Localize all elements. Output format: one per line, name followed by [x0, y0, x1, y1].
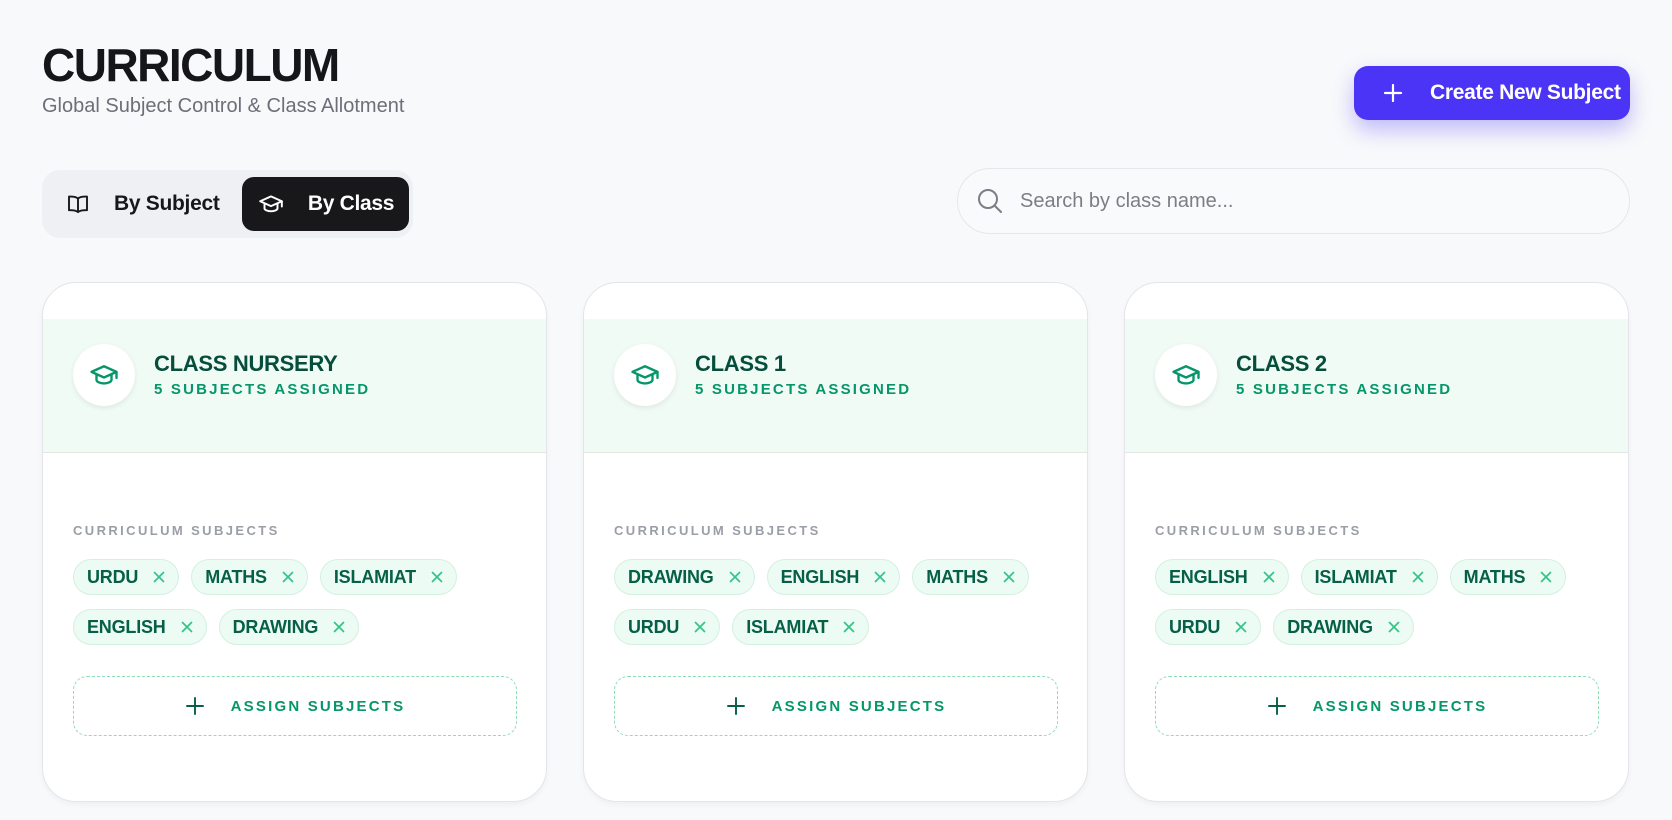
search-bar	[957, 168, 1630, 234]
subject-chip-label: URDU	[1169, 616, 1221, 637]
close-icon[interactable]	[152, 570, 166, 584]
class-name: CLASS 2	[1236, 351, 1327, 376]
class-card: CLASS NURSERY 5 SUBJECTS ASSIGNED CURRIC…	[42, 282, 547, 802]
close-icon[interactable]	[1234, 620, 1248, 634]
subject-chip: ISLAMIAT	[1300, 559, 1438, 595]
close-icon[interactable]	[728, 570, 742, 584]
search-icon	[978, 189, 1002, 213]
subject-chip: MATHS	[1449, 559, 1567, 595]
subject-chip-label: URDU	[628, 616, 680, 637]
graduation-cap-icon	[1172, 365, 1200, 385]
subject-chip-label: MATHS	[205, 566, 267, 587]
class-card-header: CLASS NURSERY 5 SUBJECTS ASSIGNED	[43, 319, 546, 453]
subject-chip: DRAWING	[1273, 609, 1414, 645]
graduation-cap-icon	[90, 365, 118, 385]
close-icon[interactable]	[430, 570, 444, 584]
subject-chip-label: MATHS	[1463, 566, 1526, 587]
subject-chip-list: DRAWING ENGLISH MATHS URDU ISLAMIAT	[614, 559, 1064, 645]
graduation-cap-icon	[631, 365, 659, 385]
subject-chip-list: ENGLISH ISLAMIAT MATHS URDU DRAWING	[1155, 559, 1605, 645]
subject-count: 5 SUBJECTS ASSIGNED	[1236, 381, 1453, 398]
subject-chip: MATHS	[191, 559, 308, 595]
subject-count: 5 SUBJECTS ASSIGNED	[154, 381, 371, 398]
class-card-header: CLASS 2 5 SUBJECTS ASSIGNED	[1125, 319, 1628, 453]
assign-subjects-button[interactable]: ASSIGN SUBJECTS	[1155, 676, 1599, 736]
by-subject-tab[interactable]: By Subject	[46, 177, 242, 231]
close-icon[interactable]	[693, 620, 707, 634]
subject-chip: ENGLISH	[1155, 559, 1289, 595]
class-card: CLASS 1 5 SUBJECTS ASSIGNED CURRICULUM S…	[583, 282, 1088, 802]
class-avatar	[614, 344, 676, 406]
subject-chip-label: ISLAMIAT	[746, 616, 829, 637]
view-toggle: By Subject By Class	[42, 170, 413, 238]
create-new-subject-label: Create New Subject	[1430, 81, 1621, 104]
open-book-icon	[68, 195, 88, 214]
assign-subjects-label: ASSIGN SUBJECTS	[771, 697, 947, 715]
page-title: CURRICULUM	[42, 39, 340, 91]
subject-chip-label: DRAWING	[628, 566, 714, 587]
subject-chip: URDU	[614, 609, 721, 645]
class-avatar	[1155, 344, 1217, 406]
close-icon[interactable]	[1411, 570, 1425, 584]
by-subject-label: By Subject	[114, 192, 220, 215]
subject-chip-label: URDU	[87, 566, 139, 587]
close-icon[interactable]	[1262, 570, 1276, 584]
close-icon[interactable]	[332, 620, 346, 634]
assign-subjects-label: ASSIGN SUBJECTS	[230, 697, 406, 715]
page-subtitle: Global Subject Control & Class Allotment	[42, 95, 405, 117]
plus-icon	[726, 697, 745, 715]
subject-chip-label: ISLAMIAT	[333, 566, 416, 587]
subject-chip-label: ENGLISH	[780, 566, 860, 587]
subject-chip: MATHS	[912, 559, 1029, 595]
close-icon[interactable]	[281, 570, 295, 584]
assign-subjects-button[interactable]: ASSIGN SUBJECTS	[73, 676, 517, 736]
class-avatar	[73, 344, 135, 406]
assign-subjects-button[interactable]: ASSIGN SUBJECTS	[614, 676, 1058, 736]
subject-chip: ISLAMIAT	[319, 559, 457, 595]
subject-chip: DRAWING	[218, 609, 360, 645]
subjects-label: CURRICULUM SUBJECTS	[1155, 523, 1362, 538]
class-name: CLASS NURSERY	[154, 351, 338, 376]
close-icon[interactable]	[873, 570, 887, 584]
class-card-header: CLASS 1 5 SUBJECTS ASSIGNED	[584, 319, 1087, 453]
close-icon[interactable]	[1387, 620, 1401, 634]
subject-chip: URDU	[73, 559, 180, 595]
close-icon[interactable]	[842, 620, 856, 634]
subject-chip-label: ISLAMIAT	[1314, 566, 1397, 587]
subject-count: 5 SUBJECTS ASSIGNED	[695, 381, 912, 398]
subjects-label: CURRICULUM SUBJECTS	[73, 523, 280, 538]
assign-subjects-label: ASSIGN SUBJECTS	[1312, 697, 1488, 715]
close-icon[interactable]	[1002, 570, 1016, 584]
subject-chip: URDU	[1155, 609, 1262, 645]
subject-chip: DRAWING	[614, 559, 755, 595]
subject-chip-label: MATHS	[926, 566, 988, 587]
subject-chip: ENGLISH	[73, 609, 207, 645]
class-name: CLASS 1	[695, 351, 786, 376]
graduation-cap-icon	[259, 195, 283, 213]
create-new-subject-button[interactable]: Create New Subject	[1354, 66, 1630, 120]
subject-chip-list: URDU MATHS ISLAMIAT ENGLISH DRAWING	[73, 559, 523, 645]
plus-icon	[1383, 83, 1403, 103]
subject-chip-label: DRAWING	[1287, 616, 1373, 637]
subjects-label: CURRICULUM SUBJECTS	[614, 523, 821, 538]
class-card: CLASS 2 5 SUBJECTS ASSIGNED CURRICULUM S…	[1124, 282, 1629, 802]
subject-chip: ENGLISH	[766, 559, 901, 595]
subject-chip-label: ENGLISH	[87, 616, 166, 637]
subject-chip-label: ENGLISH	[1169, 566, 1248, 587]
subject-chip-label: DRAWING	[232, 616, 319, 637]
search-input[interactable]	[1020, 189, 1580, 213]
by-class-tab[interactable]: By Class	[241, 177, 409, 231]
subject-chip: ISLAMIAT	[732, 609, 870, 645]
close-icon[interactable]	[180, 620, 194, 634]
plus-icon	[1267, 697, 1286, 715]
by-class-label: By Class	[307, 192, 395, 215]
plus-icon	[185, 697, 204, 715]
close-icon[interactable]	[1539, 570, 1553, 584]
